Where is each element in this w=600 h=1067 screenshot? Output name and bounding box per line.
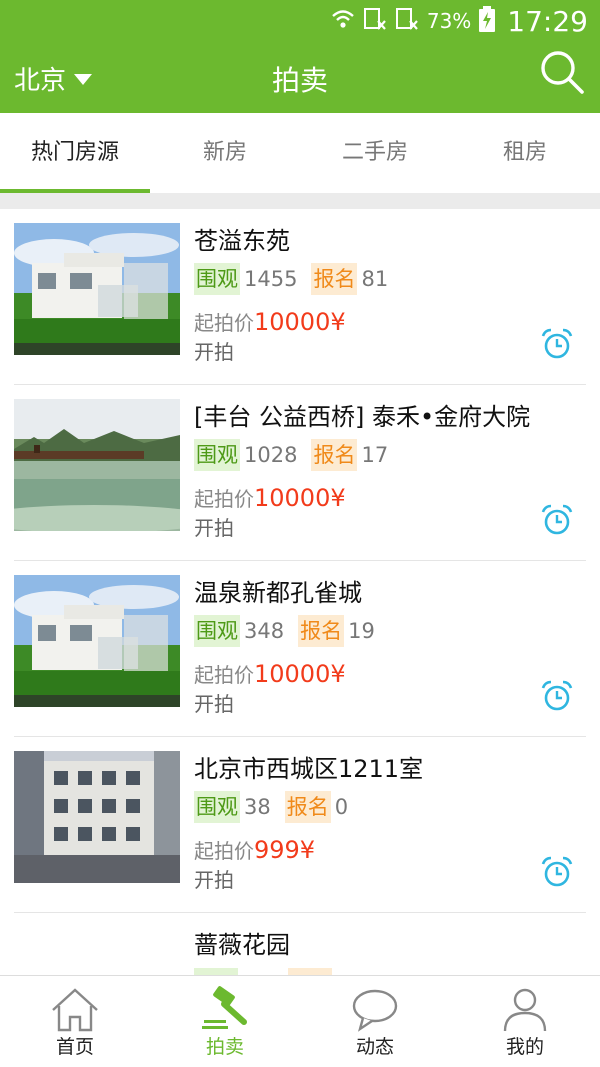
nav-home[interactable]: 首页 — [0, 976, 150, 1067]
person-icon — [503, 988, 547, 1032]
property-name: 北京市西城区1211室 — [194, 755, 424, 783]
views-tag: 围观 — [194, 263, 240, 295]
category-tabs: 热门房源 新房 二手房 租房 — [0, 113, 600, 193]
alarm-clock-icon[interactable] — [540, 855, 574, 889]
page-title: 拍卖 — [271, 64, 328, 97]
views-tag: 围观 — [194, 439, 240, 471]
views-tag: 围观 — [194, 615, 240, 647]
auction-status: 开拍 — [194, 868, 234, 892]
auction-status: 开拍 — [194, 516, 234, 540]
divider — [0, 193, 600, 209]
bottom-navigation: 首页 拍卖 动态 我的 — [0, 975, 600, 1067]
sim-card-icon — [363, 7, 387, 36]
battery-percent: 73% — [426, 9, 472, 33]
start-price: 10000¥ — [254, 308, 346, 336]
nav-label: 我的 — [505, 1036, 544, 1058]
nav-label: 动态 — [355, 1036, 394, 1058]
tab-rental[interactable]: 租房 — [450, 113, 600, 193]
header: 北京 拍卖 — [0, 42, 600, 113]
views-count: 1028 — [244, 443, 298, 467]
alarm-clock-icon[interactable] — [540, 503, 574, 537]
gavel-icon — [202, 986, 247, 1029]
property-name: 苍溢东苑 — [194, 227, 290, 255]
alarm-clock-icon[interactable] — [540, 679, 574, 713]
top-bar: 73% 17:29 北京 拍卖 — [0, 0, 600, 113]
listing-list: 苍溢东苑 围观 1455 报名 81 起拍价10000¥ 开拍 [丰台 公益西桥… — [0, 209, 600, 1067]
signup-tag: 报名 — [284, 791, 331, 823]
list-item[interactable]: 北京市西城区1211室 围观 38 报名 0 起拍价999¥ 开拍 — [14, 737, 586, 913]
wifi-icon — [331, 8, 355, 35]
start-price-label: 起拍价 — [194, 839, 254, 863]
sim-card-icon — [395, 7, 419, 36]
signup-count: 0 — [334, 795, 349, 819]
clock: 17:29 — [507, 4, 588, 38]
start-price: 10000¥ — [254, 660, 346, 688]
views-count: 38 — [244, 795, 271, 819]
views-count: 348 — [244, 619, 285, 643]
start-price: 10000¥ — [254, 484, 346, 512]
views-tag: 围观 — [194, 791, 240, 823]
nav-feed[interactable]: 动态 — [300, 976, 450, 1067]
start-price-label: 起拍价 — [194, 487, 254, 511]
property-photo — [14, 575, 180, 707]
search-icon — [541, 51, 584, 94]
property-name: [丰台 公益西桥] 泰禾•金府大院 — [194, 403, 531, 431]
list-item[interactable]: [丰台 公益西桥] 泰禾•金府大院 围观 1028 报名 17 起拍价10000… — [14, 385, 586, 561]
search-button[interactable] — [538, 48, 586, 96]
signup-tag: 报名 — [311, 439, 358, 471]
status-bar: 73% 17:29 — [0, 0, 600, 42]
start-price-label: 起拍价 — [194, 311, 254, 335]
tab-new-homes[interactable]: 新房 — [150, 113, 300, 193]
nav-label: 拍卖 — [205, 1036, 244, 1058]
signup-count: 17 — [361, 443, 389, 467]
nav-auction[interactable]: 拍卖 — [150, 976, 300, 1067]
list-item[interactable]: 温泉新都孔雀城 围观 348 报名 19 起拍价10000¥ 开拍 — [14, 561, 586, 737]
start-price: 999¥ — [254, 836, 316, 864]
tab-second-hand[interactable]: 二手房 — [300, 113, 450, 193]
list-item[interactable]: 苍溢东苑 围观 1455 报名 81 起拍价10000¥ 开拍 — [14, 209, 586, 385]
home-icon — [52, 988, 98, 1032]
auction-status: 开拍 — [194, 692, 234, 716]
alarm-clock-icon[interactable] — [540, 327, 574, 361]
nav-label: 首页 — [55, 1036, 94, 1058]
signup-tag: 报名 — [298, 615, 345, 647]
signup-count: 19 — [348, 619, 375, 643]
start-price-label: 起拍价 — [194, 663, 254, 687]
views-count: 1455 — [244, 267, 298, 291]
battery-charging-icon — [479, 5, 496, 37]
signup-tag: 报名 — [311, 263, 358, 295]
property-name: 温泉新都孔雀城 — [194, 579, 362, 607]
auction-status: 开拍 — [194, 340, 234, 364]
property-photo — [14, 223, 180, 355]
signup-count: 81 — [361, 267, 389, 291]
property-name: 蔷薇花园 — [194, 931, 290, 959]
chat-bubble-icon — [352, 989, 398, 1032]
property-photo — [14, 399, 180, 531]
nav-profile[interactable]: 我的 — [450, 976, 600, 1067]
property-photo — [14, 751, 180, 883]
tab-hot[interactable]: 热门房源 — [0, 113, 150, 193]
